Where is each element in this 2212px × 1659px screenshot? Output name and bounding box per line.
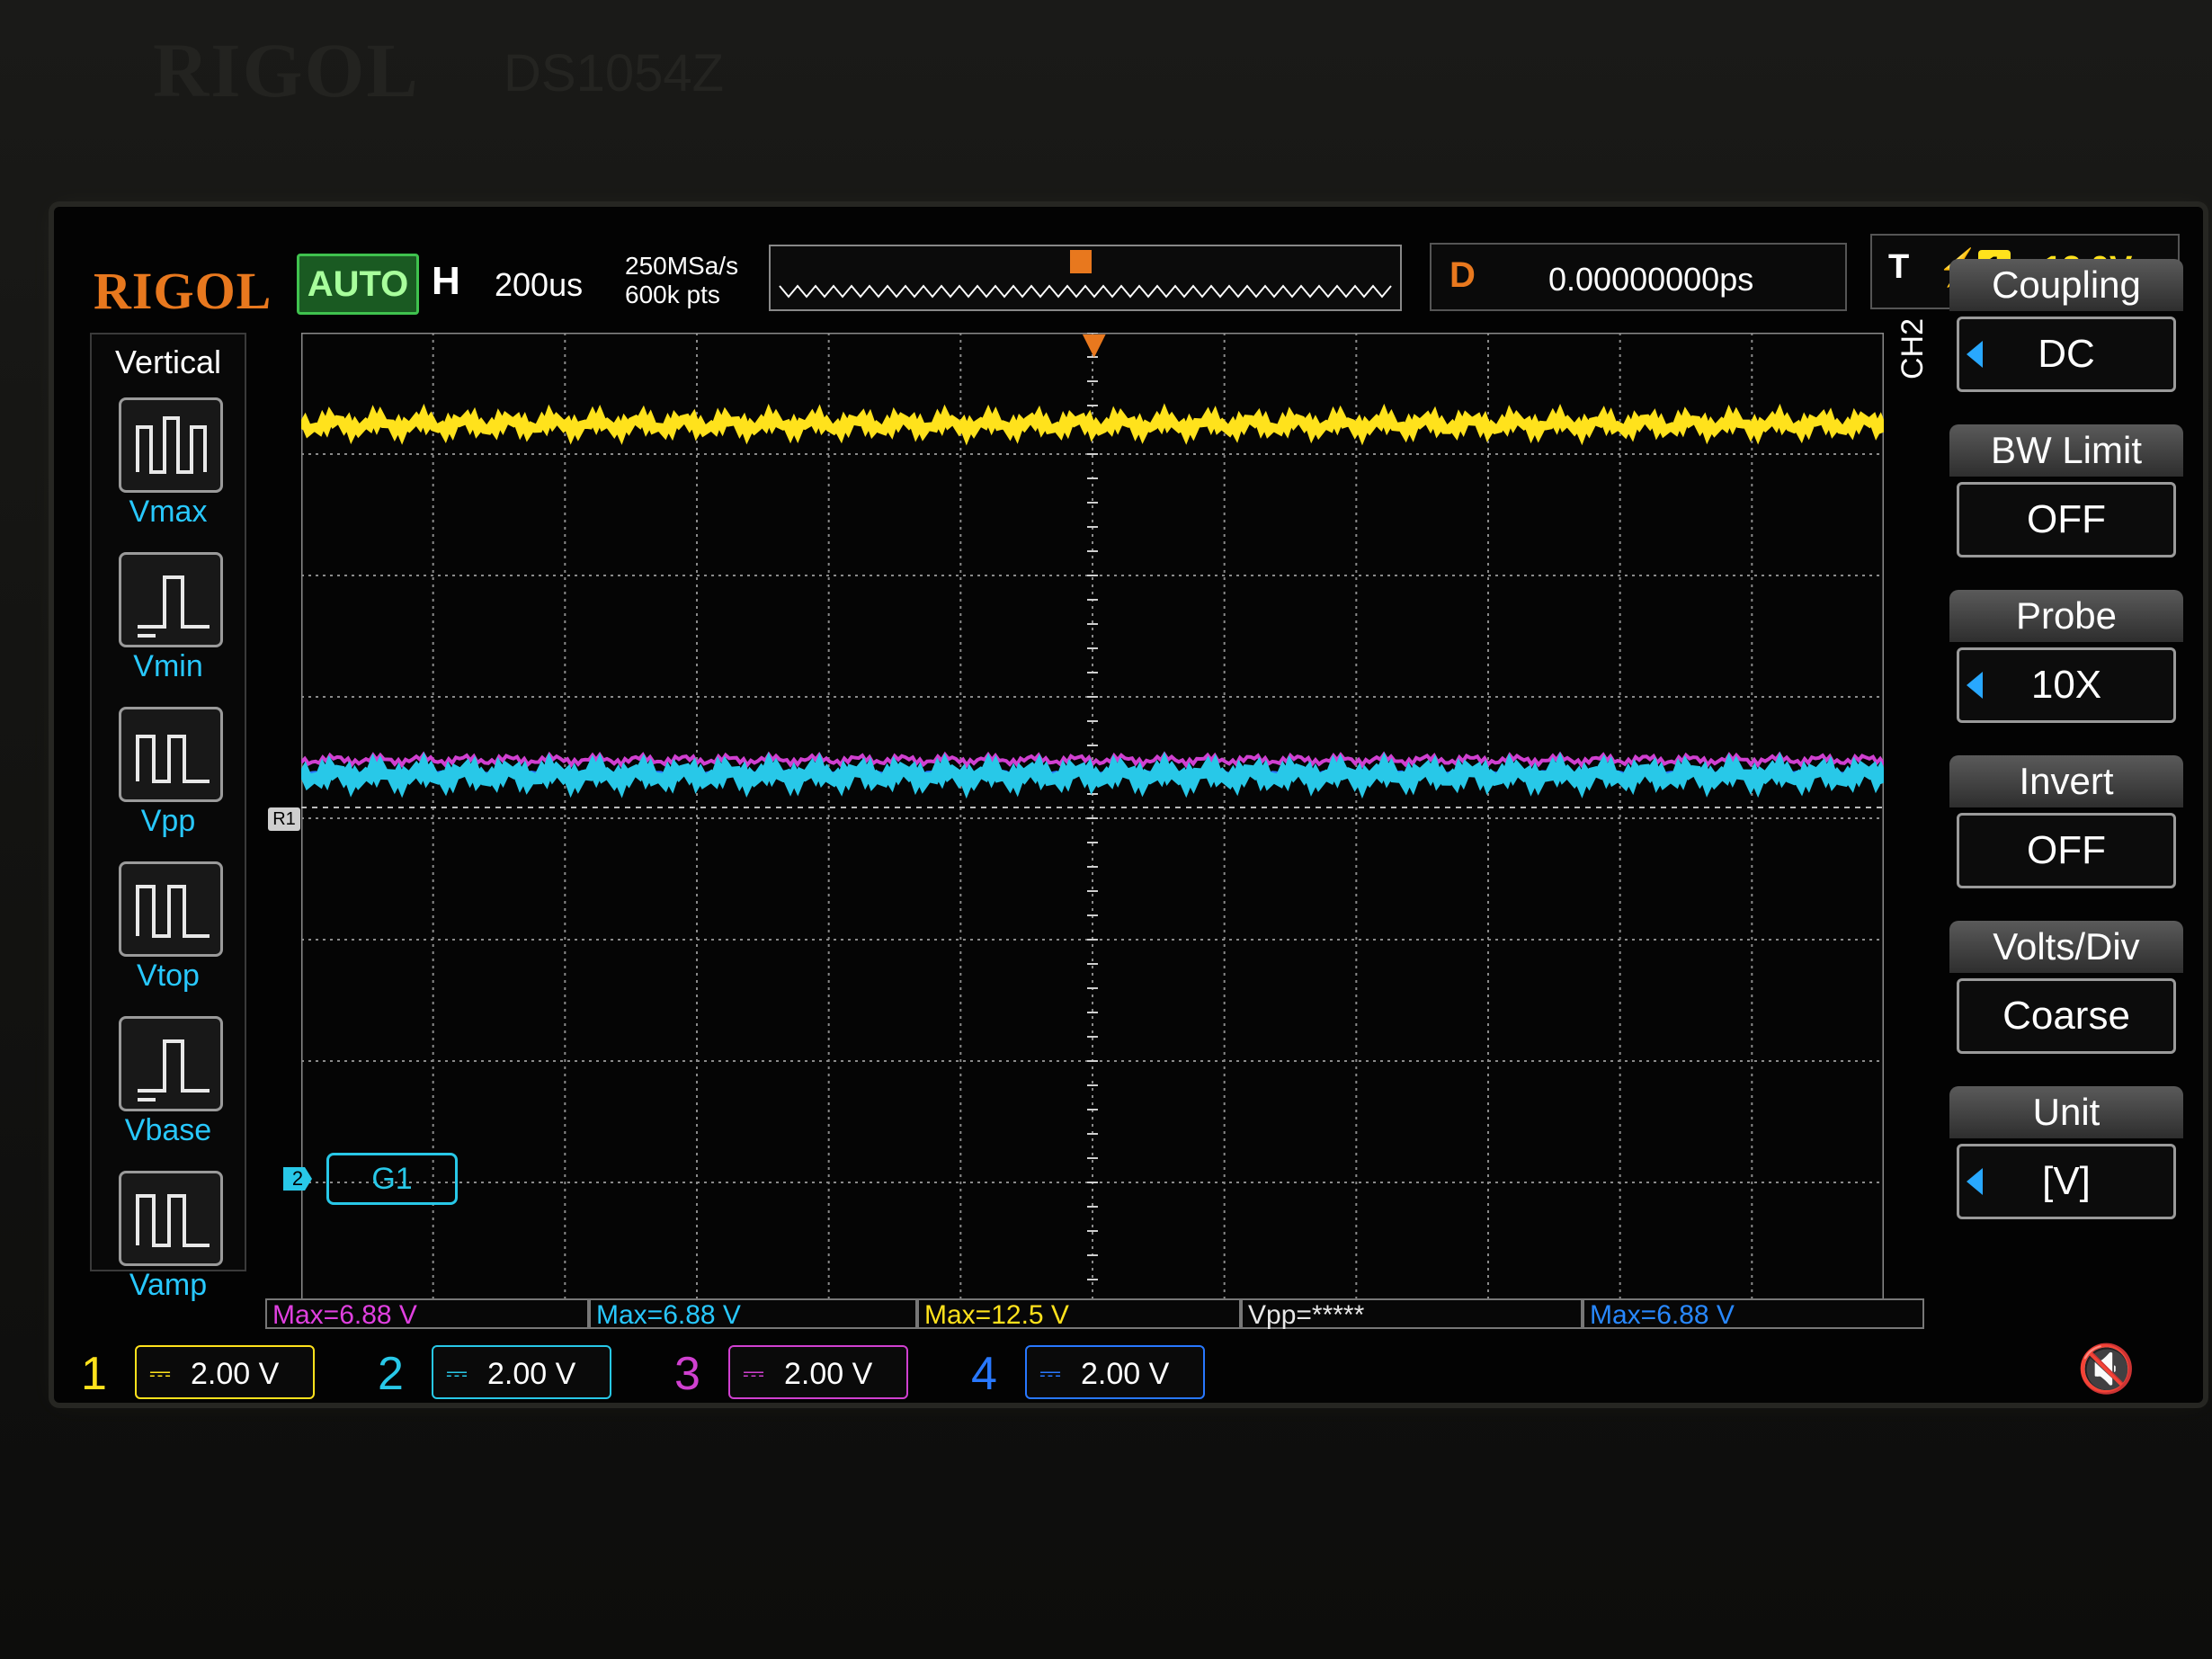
left-arrow-icon — [1967, 1168, 1983, 1195]
channel-scale-box[interactable]: ⎓ 2.00 V — [135, 1345, 315, 1399]
channel-4-tab[interactable]: 4 ⎓ 2.00 V — [971, 1338, 1259, 1410]
menu-title: Coupling — [1949, 259, 2183, 311]
menu-unit[interactable]: Unit [V] — [1949, 1086, 2183, 1219]
ref-marker[interactable]: R1 — [268, 807, 300, 831]
menu-value: 10X — [2030, 663, 2102, 707]
pulse-icon — [136, 416, 207, 474]
channel-1-tab[interactable]: 1 ⎓ 2.00 V — [81, 1338, 369, 1410]
measurement-readout: Max=6.88 V — [589, 1298, 917, 1330]
menu-value-button[interactable]: [V] — [1957, 1144, 2176, 1219]
menu-probe[interactable]: Probe 10X — [1949, 590, 2183, 723]
sample-info: 250MSa/s 600k pts — [625, 252, 738, 309]
menu-value-button[interactable]: OFF — [1957, 482, 2176, 557]
measure-vbase-button[interactable] — [119, 1016, 223, 1111]
speaker-mute-icon[interactable]: 🔇 — [2077, 1342, 2136, 1396]
channel-scale-box[interactable]: ⎓ 2.00 V — [1025, 1345, 1205, 1399]
measure-vpp-button[interactable] — [119, 707, 223, 802]
channel-scale: 2.00 V — [191, 1357, 280, 1391]
menu-value: DC — [2038, 332, 2095, 376]
menu-value: OFF — [2027, 497, 2106, 541]
measurement-readout: Vpp=***** — [1241, 1298, 1583, 1330]
memory-waveform-icon — [779, 250, 1392, 299]
measure-label: Vmin — [133, 649, 203, 683]
left-arrow-icon — [1967, 672, 1983, 699]
measurement-readout: Max=12.5 V — [917, 1298, 1241, 1330]
ch1-trace — [301, 403, 1884, 446]
measurement-readout: Max=6.88 V — [1583, 1298, 1924, 1330]
menu-value: OFF — [2027, 828, 2106, 872]
channel-scale: 2.00 V — [1081, 1357, 1170, 1391]
menu-title: Volts/Div — [1949, 921, 2183, 973]
sample-rate: 250MSa/s — [625, 252, 739, 280]
channel-scale: 2.00 V — [487, 1357, 576, 1391]
ch2-trace — [301, 751, 1884, 799]
graticule — [301, 333, 1884, 1304]
pulse-icon — [136, 885, 210, 938]
memory-overview — [769, 245, 1402, 311]
dc-coupling-icon: ⎓ — [743, 1359, 764, 1388]
channel-number: 4 — [971, 1348, 997, 1400]
channel-number: 1 — [81, 1348, 107, 1400]
rigol-logo: RIGOL — [94, 262, 272, 320]
trigger-tag: T — [1888, 248, 1910, 286]
channel-3-tab[interactable]: 3 ⎓ 2.00 V — [674, 1338, 962, 1410]
menu-value: Coarse — [2002, 994, 2130, 1038]
memory-depth: 600k pts — [625, 281, 720, 308]
menu-coupling[interactable]: Coupling DC — [1949, 259, 2183, 392]
delay-box[interactable]: D 0.00000000ps — [1430, 243, 1847, 311]
measure-vmin-button[interactable] — [119, 552, 223, 647]
measure-label: Vpp — [140, 804, 196, 838]
menu-volts-div[interactable]: Volts/Div Coarse — [1949, 921, 2183, 1054]
menu-value-button[interactable]: DC — [1957, 317, 2176, 392]
menu-bw-limit[interactable]: BW Limit OFF — [1949, 424, 2183, 557]
measure-vmax-button[interactable] — [119, 397, 223, 493]
pulse-icon — [138, 1039, 210, 1102]
pulse-icon — [136, 735, 210, 783]
menu-title: Probe — [1949, 590, 2183, 642]
channel-number: 2 — [378, 1348, 404, 1400]
bezel-brand: RIGOL — [153, 27, 420, 113]
measure-label: Vtop — [137, 959, 200, 993]
bezel-model: DS1054Z — [504, 44, 725, 103]
dc-coupling-icon: ⎓ — [149, 1359, 171, 1388]
menu-title: BW Limit — [1949, 424, 2183, 477]
group-label[interactable]: G1 — [326, 1153, 458, 1205]
measure-panel-title: Vertical — [114, 343, 222, 380]
dc-coupling-icon: ⎓ — [446, 1359, 468, 1388]
menu-value-button[interactable]: OFF — [1957, 813, 2176, 888]
channel-scale: 2.00 V — [784, 1357, 873, 1391]
trigger-position-marker-icon — [1070, 250, 1092, 273]
measure-vamp-button[interactable] — [119, 1171, 223, 1266]
measure-label: Vmax — [129, 495, 208, 529]
trigger-point-icon: ▼ — [1075, 322, 1114, 366]
delay-tag: D — [1449, 255, 1476, 295]
channel-number: 3 — [674, 1348, 700, 1400]
measure-label: Vbase — [124, 1113, 212, 1147]
timebase-value[interactable]: 200us — [495, 266, 583, 304]
menu-value-button[interactable]: Coarse — [1957, 978, 2176, 1054]
channel-scale-box[interactable]: ⎓ 2.00 V — [432, 1345, 611, 1399]
measurement-readout: Max=6.88 V — [265, 1298, 589, 1330]
waveform-grid[interactable] — [301, 333, 1884, 1304]
run-state-badge[interactable]: AUTO — [297, 254, 419, 315]
channel-label: CH2 — [1895, 317, 1930, 379]
menu-value: [V] — [2042, 1159, 2091, 1203]
pulse-icon — [136, 1194, 210, 1247]
menu-invert[interactable]: Invert OFF — [1949, 755, 2183, 888]
measure-label: Vamp — [129, 1268, 208, 1302]
dc-coupling-icon: ⎓ — [1039, 1359, 1061, 1388]
menu-title: Unit — [1949, 1086, 2183, 1138]
delay-value: 0.00000000ps — [1548, 261, 1754, 298]
measure-vtop-button[interactable] — [119, 861, 223, 957]
menu-value-button[interactable]: 10X — [1957, 647, 2176, 723]
measure-panel: Vertical Vmax Vmin Vpp Vtop Vbase Vamp — [90, 333, 246, 1302]
channel-2-tab[interactable]: 2 ⎓ 2.00 V — [378, 1338, 665, 1410]
pulse-icon — [138, 575, 210, 638]
left-arrow-icon — [1967, 341, 1983, 368]
oscilloscope-screen: RIGOL AUTO H 200us 250MSa/s 600k pts D 0… — [54, 207, 2203, 1403]
horizontal-tag: H — [432, 259, 460, 303]
menu-title: Invert — [1949, 755, 2183, 807]
channel-scale-box[interactable]: ⎓ 2.00 V — [728, 1345, 908, 1399]
